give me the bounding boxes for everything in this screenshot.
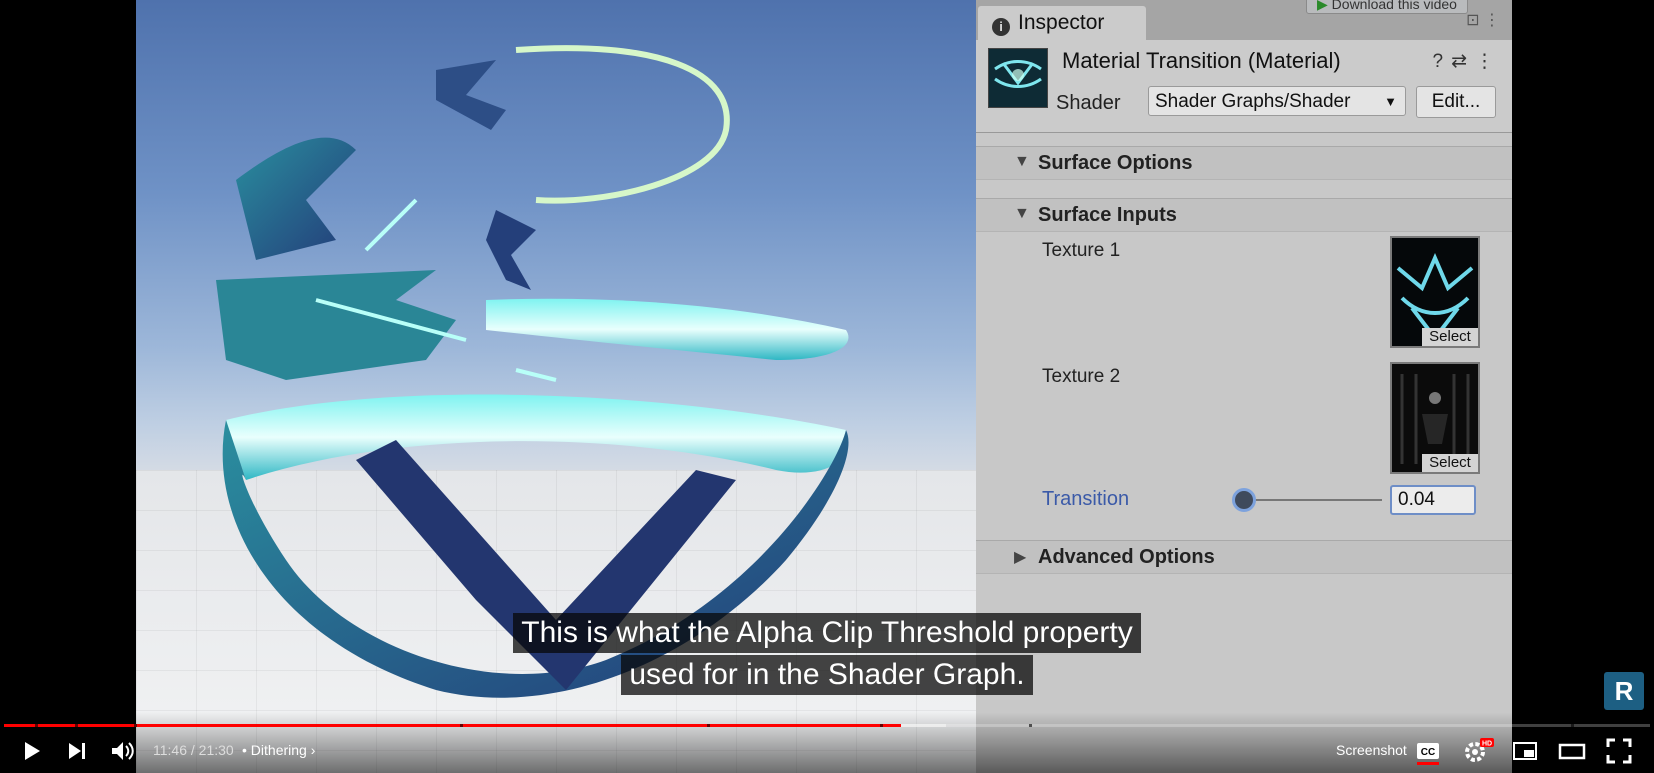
next-icon[interactable] — [62, 736, 92, 766]
expanded-triangle-icon: ▼ — [1014, 205, 1030, 222]
material-title: Material Transition (Material) — [1062, 48, 1341, 73]
info-icon: i — [992, 18, 1010, 36]
fullscreen-icon[interactable] — [1604, 736, 1634, 766]
chapter-marker — [35, 724, 39, 727]
play-icon[interactable] — [16, 736, 46, 766]
inspector-tabbar: i Inspector ▶ Download this video ⊡ ⋮ — [976, 0, 1512, 40]
texture2-label: Texture 2 — [1042, 366, 1121, 387]
collapsed-triangle-icon: ▶ — [1014, 549, 1027, 566]
section-surface-inputs-label: Surface Inputs — [1038, 204, 1177, 226]
time-display: 11:46 / 21:30 — [153, 742, 234, 758]
chapter-marker — [134, 724, 138, 727]
texture1-label: Texture 1 — [1042, 240, 1121, 261]
transition-label: Transition — [1042, 488, 1130, 510]
chapter-marker — [459, 724, 463, 727]
section-surface-options-label: Surface Options — [1038, 152, 1193, 174]
expanded-triangle-icon: ▼ — [1014, 153, 1030, 170]
texture2-select-button[interactable]: Select — [1422, 454, 1478, 472]
kebab-menu-icon[interactable]: ⋮ — [1484, 12, 1500, 29]
help-icon[interactable]: ? — [1433, 51, 1452, 72]
caption-line-2: used for in the Shader Graph. — [621, 655, 1033, 695]
play-triangle-icon: ▶ — [1317, 0, 1328, 12]
video-caption: This is what the Alpha Clip Threshold pr… — [0, 612, 1654, 696]
section-advanced-options-label: Advanced Options — [1038, 546, 1215, 568]
shader-dropdown[interactable]: Shader Graphs/Shader ▼ — [1148, 86, 1406, 116]
shader-label: Shader — [1056, 92, 1121, 114]
shader-dropdown-value: Shader Graphs/Shader — [1155, 91, 1351, 112]
chevron-down-icon: ▼ — [1384, 94, 1397, 109]
preset-sliders-icon[interactable]: ⇄ — [1451, 51, 1475, 72]
video-player[interactable]: i Inspector ▶ Download this video ⊡ ⋮ Ma… — [0, 0, 1654, 773]
chapter-title: Dithering — [250, 742, 307, 758]
screenshot-button[interactable]: Screenshot — [1336, 742, 1407, 758]
hd-badge: HD — [1482, 741, 1492, 748]
chapter-marker — [74, 724, 78, 727]
miniplayer-icon[interactable] — [1510, 736, 1540, 766]
download-video-link[interactable]: ▶ Download this video — [1306, 0, 1468, 14]
chapter-marker — [1029, 724, 1033, 727]
edit-shader-button[interactable]: Edit... — [1416, 86, 1496, 118]
section-advanced-options[interactable]: ▶ Advanced Options — [976, 540, 1512, 574]
material-thumbnail — [988, 48, 1048, 108]
section-surface-inputs[interactable]: ▼ Surface Inputs — [976, 198, 1512, 232]
more-options-icon[interactable]: ⋮ — [1475, 51, 1502, 72]
lock-icon[interactable]: ⊡ — [1466, 12, 1479, 29]
cc-label: CC — [1421, 747, 1435, 758]
chapter-marker — [879, 724, 883, 727]
texture2-slot[interactable]: Select — [1390, 362, 1480, 474]
chapter-separator: • — [242, 742, 247, 758]
settings-icon[interactable]: HD — [1460, 736, 1494, 766]
transition-value-field[interactable]: 0.04 — [1390, 485, 1476, 515]
tab-inspector[interactable]: i Inspector — [978, 6, 1146, 40]
cc-icon[interactable]: CC — [1413, 736, 1443, 766]
chapter-marker — [706, 724, 710, 727]
volume-icon[interactable] — [108, 736, 138, 766]
transition-slider-handle[interactable] — [1231, 488, 1256, 512]
progress-bar[interactable] — [4, 724, 1650, 727]
channel-watermark[interactable]: R — [1604, 672, 1644, 710]
texture1-select-button[interactable]: Select — [1422, 328, 1478, 346]
section-surface-options[interactable]: ▼ Surface Options — [976, 146, 1512, 180]
inspector-tab-label: Inspector — [1018, 11, 1105, 34]
theater-icon[interactable] — [1557, 736, 1587, 766]
material-header: Material Transition (Material) ?⇄⋮ Shade… — [976, 40, 1512, 133]
caption-line-1: This is what the Alpha Clip Threshold pr… — [513, 613, 1141, 653]
chevron-right-icon: › — [310, 742, 316, 758]
download-link-label: Download this video — [1331, 0, 1457, 12]
texture1-slot[interactable]: Select — [1390, 236, 1480, 348]
chapter-link[interactable]: • Dithering › — [242, 742, 315, 758]
material-preview-icon — [989, 49, 1047, 107]
transition-slider-track[interactable] — [1238, 499, 1382, 501]
progress-played — [4, 724, 902, 727]
chapter-marker — [1570, 724, 1574, 727]
